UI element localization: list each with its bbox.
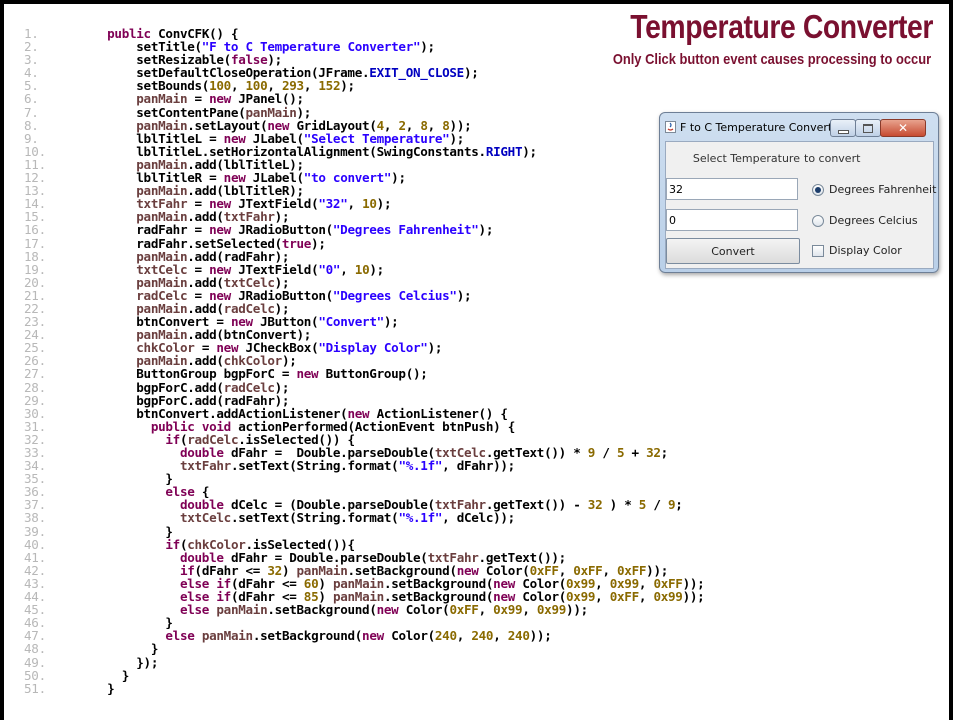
- fahrenheit-radio[interactable]: [812, 184, 824, 196]
- window-title: F to C Temperature Converter: [680, 121, 844, 134]
- select-temperature-label: Select Temperature: [692, 152, 800, 165]
- window-titlebar[interactable]: F to C Temperature Converter: [660, 113, 938, 140]
- line-number: 20.: [24, 274, 46, 290]
- fahrenheit-radio-label[interactable]: Degrees Fahrenheit: [829, 183, 936, 196]
- line-number: 6.: [24, 91, 39, 107]
- celcius-radio[interactable]: [812, 215, 824, 227]
- display-color-checkbox[interactable]: [812, 245, 824, 257]
- line-number: 28.: [24, 379, 46, 395]
- converter-panel: Select Temperature to convert 32 Degrees…: [665, 141, 936, 269]
- code-line: 51. }: [24, 682, 704, 695]
- line-number: 17.: [24, 235, 46, 251]
- convert-button[interactable]: Convert: [666, 238, 800, 264]
- line-number: 49.: [24, 654, 46, 670]
- celcius-field[interactable]: 0: [666, 209, 798, 231]
- line-number: 29.: [24, 392, 46, 408]
- java-icon: [665, 121, 676, 133]
- line-number: 8.: [24, 117, 39, 133]
- line-number: 38.: [24, 510, 46, 526]
- line-number: 30.: [24, 405, 46, 421]
- fahrenheit-field[interactable]: 32: [666, 178, 798, 200]
- line-number: 39.: [24, 523, 46, 539]
- slide: 1. public ConvCFK() {2. setTitle("F to C…: [4, 4, 949, 720]
- line-number: 31.: [24, 418, 46, 434]
- line-number: 9.: [24, 130, 39, 146]
- slide-title: Temperature Converter: [630, 8, 933, 45]
- close-icon[interactable]: [880, 119, 926, 137]
- line-number: 40.: [24, 536, 46, 552]
- line-number: 42.: [24, 562, 46, 578]
- line-number: 27.: [24, 366, 46, 382]
- minimize-icon[interactable]: [830, 119, 856, 137]
- code-listing: 1. public ConvCFK() {2. setTitle("F to C…: [24, 27, 705, 695]
- line-number: 51.: [24, 680, 46, 696]
- line-number: 21.: [24, 287, 46, 303]
- code-text: }: [78, 680, 115, 696]
- line-number: 41.: [24, 549, 46, 565]
- celcius-radio-label[interactable]: Degrees Celcius: [829, 214, 918, 227]
- line-number: 10.: [24, 143, 46, 159]
- line-number: 48.: [24, 641, 46, 657]
- line-number: 19.: [24, 261, 46, 277]
- maximize-icon[interactable]: [855, 119, 881, 137]
- converter-window: F to C Temperature Converter Select Temp…: [659, 112, 939, 273]
- line-number: 50.: [24, 667, 46, 683]
- display-color-label[interactable]: Display Color: [829, 244, 902, 257]
- line-number: 16.: [24, 222, 46, 238]
- code-line: 50. }: [24, 667, 704, 683]
- slide-subtitle: Only Click button event causes processin…: [612, 51, 931, 68]
- line-number: 7.: [24, 104, 39, 120]
- line-number: 18.: [24, 248, 46, 264]
- to-convert-label: to convert: [804, 152, 861, 165]
